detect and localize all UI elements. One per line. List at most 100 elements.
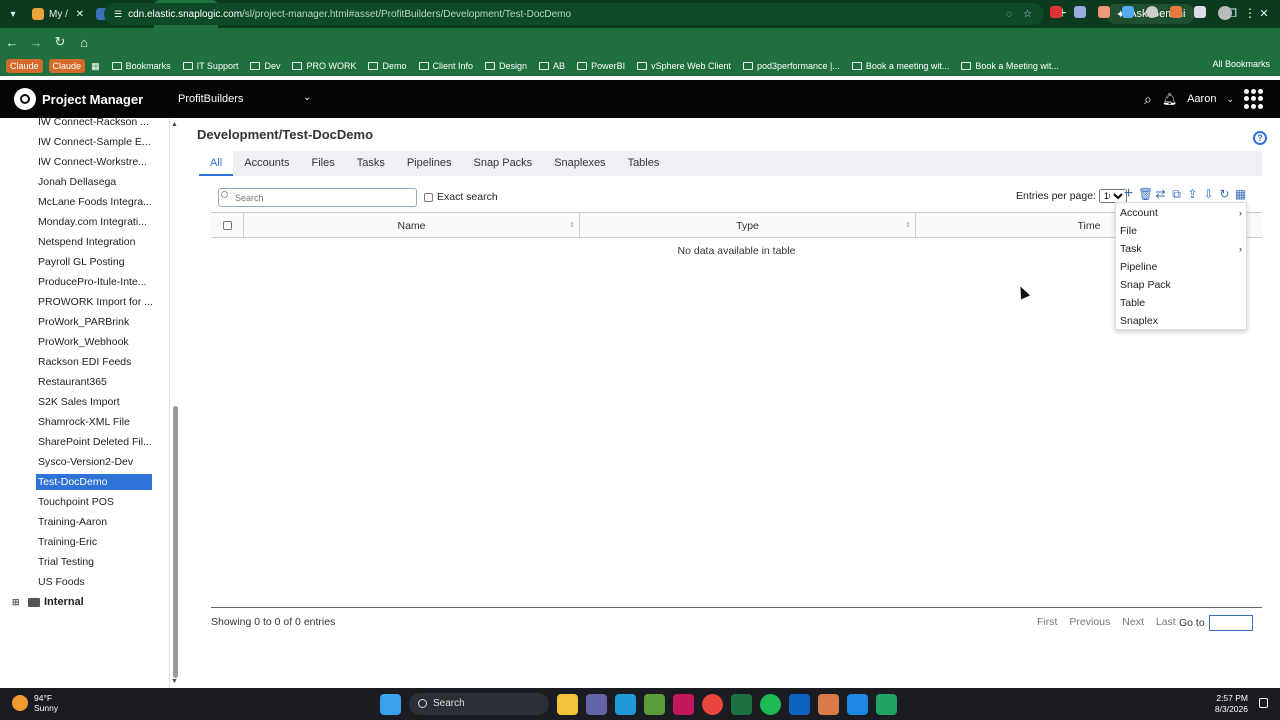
bookmark-item[interactable]: Design — [485, 61, 527, 71]
sidebar-project-item[interactable]: SharePoint Deleted Fil... — [38, 434, 154, 450]
bookmark-claude-2[interactable]: Claude — [48, 59, 86, 73]
sidebar-project-item[interactable]: Sysco-Version2-Dev — [38, 454, 154, 470]
menu-item-snaplex[interactable]: Snaplex — [1116, 312, 1246, 330]
tab-accounts[interactable]: Accounts — [233, 151, 300, 176]
bell-icon[interactable]: 🔔︎ — [1162, 92, 1177, 106]
select-all-checkbox[interactable] — [222, 221, 232, 230]
reload-icon[interactable]: ↻ — [48, 34, 72, 50]
bookmark-item[interactable]: Bookmarks — [111, 61, 171, 71]
tab-pipelines[interactable]: Pipelines — [396, 151, 463, 176]
star-icon[interactable]: ☆ — [1023, 9, 1032, 20]
notification-icon[interactable] — [1259, 698, 1268, 708]
grid-view-icon[interactable]: ▦ — [1234, 187, 1247, 201]
sidebar-project-item[interactable]: Shamrock-XML File — [38, 414, 154, 430]
bookmark-item[interactable]: Client Info — [418, 61, 473, 71]
extension-icon-sun[interactable] — [1170, 6, 1182, 18]
search-icon[interactable]: ⌕ — [1144, 91, 1152, 108]
download-icon[interactable]: ⇩ — [1202, 187, 1215, 201]
move-icon[interactable]: ⇄ — [1154, 187, 1167, 201]
tree-group-internal[interactable]: ⊞ Internal — [12, 596, 84, 608]
menu-item-file[interactable]: File — [1116, 222, 1246, 240]
chevron-down-icon[interactable]: ⌄ — [303, 92, 311, 103]
search-input[interactable] — [218, 188, 417, 207]
system-clock[interactable]: 2:57 PM 8/3/2026 — [1215, 693, 1248, 715]
pager-previous[interactable]: Previous — [1069, 616, 1110, 628]
bookmark-item[interactable]: PowerBI — [577, 61, 625, 71]
sidebar-project-item[interactable]: Restaurant365 — [38, 374, 154, 390]
tab-snaplexes[interactable]: Snaplexes — [543, 151, 616, 176]
bookmark-item[interactable]: IT Support — [182, 61, 238, 71]
user-chevron-icon[interactable]: ⌄ — [1226, 94, 1234, 105]
pager-next[interactable]: Next — [1122, 616, 1144, 628]
bookmark-item[interactable]: PRO WORK — [292, 61, 356, 71]
sidebar-project-item[interactable]: Training-Eric — [38, 534, 154, 550]
teams-icon[interactable] — [586, 693, 607, 715]
excel-icon[interactable] — [731, 693, 752, 715]
sidebar-project-item[interactable]: Test-DocDemo — [36, 474, 152, 490]
user-menu[interactable]: Aaron — [1187, 93, 1216, 105]
expand-icon[interactable]: ⊞ — [12, 597, 24, 608]
bookmark-item[interactable]: AB — [539, 61, 565, 71]
pager-last[interactable]: Last — [1156, 616, 1176, 628]
exact-search-checkbox[interactable] — [424, 192, 433, 202]
sidebar-project-item[interactable]: Payroll GL Posting — [38, 254, 154, 270]
extension-icon-pen[interactable] — [1074, 6, 1086, 18]
sidebar-project-item[interactable]: PROWORK Import for ... — [38, 294, 154, 310]
tab-snap-packs[interactable]: Snap Packs — [462, 151, 543, 176]
sidebar-project-item[interactable]: Trial Testing — [38, 554, 154, 570]
sidebar-project-item[interactable]: ProducePro-Itule-Inte... — [38, 274, 154, 290]
column-name[interactable]: Name ⇕ — [244, 213, 580, 237]
windows-start-icon[interactable] — [380, 693, 401, 715]
bookmark-item[interactable]: Book a Meeting wit... — [961, 61, 1059, 71]
forward-icon[interactable]: → — [24, 35, 48, 50]
add-icon[interactable]: + — [1122, 186, 1135, 202]
sidebar-project-item[interactable]: Monday.com Integrati... — [38, 214, 154, 230]
scroll-down-icon[interactable]: ▼ — [171, 678, 178, 685]
bookmark-item[interactable]: Dev — [250, 61, 280, 71]
url-field[interactable]: ☰ cdn.elastic.snaplogic.com/sl/project-m… — [104, 3, 1044, 25]
tab-tasks[interactable]: Tasks — [346, 151, 396, 176]
extensions-puzzle-icon[interactable] — [1194, 6, 1206, 18]
eye-slash-icon[interactable]: ◌ — [1006, 9, 1012, 20]
extension-icon-circle[interactable] — [1146, 6, 1158, 18]
taskbar-search[interactable]: Search — [409, 693, 549, 715]
spotify-icon[interactable] — [760, 693, 781, 715]
pager-first[interactable]: First — [1037, 616, 1057, 628]
more-menu-icon[interactable]: ⋮ — [1244, 6, 1256, 20]
sidebar-project-item[interactable]: Netspend Integration — [38, 234, 154, 250]
sidebar-project-item[interactable]: Training-Aaron — [38, 514, 154, 530]
edge-icon[interactable] — [615, 693, 636, 715]
exact-search-toggle[interactable]: Exact search — [424, 191, 498, 203]
app-launcher-icon[interactable] — [1244, 89, 1264, 109]
sidebar-project-item[interactable]: Rackson EDI Feeds — [38, 354, 154, 370]
menu-item-account[interactable]: Account › — [1116, 204, 1246, 222]
menu-item-snap-pack[interactable]: Snap Pack — [1116, 276, 1246, 294]
browser-tab[interactable]: My / ✕ — [26, 0, 90, 28]
menu-item-task[interactable]: Task › — [1116, 240, 1246, 258]
scroll-up-icon[interactable]: ▲ — [171, 121, 178, 128]
copy-icon[interactable]: ⧉ — [1170, 187, 1183, 201]
sidebar-project-item[interactable]: Jonah Dellasega — [38, 174, 154, 190]
column-type[interactable]: Type ⇕ — [580, 213, 916, 237]
sidebar-project-item[interactable]: IW Connect-Sample E... — [38, 134, 154, 150]
sidebar-project-item[interactable]: S2K Sales Import — [38, 394, 154, 410]
sidebar-project-item[interactable]: McLane Foods Integra... — [38, 194, 154, 210]
site-info-icon[interactable]: ☰ — [114, 9, 122, 20]
sidebar-project-item[interactable]: Touchpoint POS — [38, 494, 154, 510]
tab-close-icon[interactable]: ✕ — [76, 9, 84, 20]
menu-item-table[interactable]: Table — [1116, 294, 1246, 312]
bookmark-item[interactable]: Book a meeting wit... — [851, 61, 949, 71]
claude-icon[interactable] — [818, 693, 839, 715]
tab-files[interactable]: Files — [300, 151, 345, 176]
org-selector[interactable]: ProfitBuilders — [178, 93, 243, 105]
sidebar-project-item[interactable]: IW Connect-Workstre... — [38, 154, 154, 170]
goto-page-input[interactable] — [1208, 615, 1253, 631]
menu-item-pipeline[interactable]: Pipeline — [1116, 258, 1246, 276]
refresh-icon[interactable]: ↻ — [1218, 187, 1231, 201]
tab-tables[interactable]: Tables — [617, 151, 671, 176]
tab-search-icon[interactable]: ▾ — [0, 0, 26, 28]
bookmark-item[interactable]: pod3performance |... — [742, 61, 840, 71]
tab-all[interactable]: All — [199, 151, 234, 176]
profile-avatar-icon[interactable] — [1218, 6, 1232, 20]
weather-widget[interactable]: 94°F Sunny — [12, 693, 58, 713]
